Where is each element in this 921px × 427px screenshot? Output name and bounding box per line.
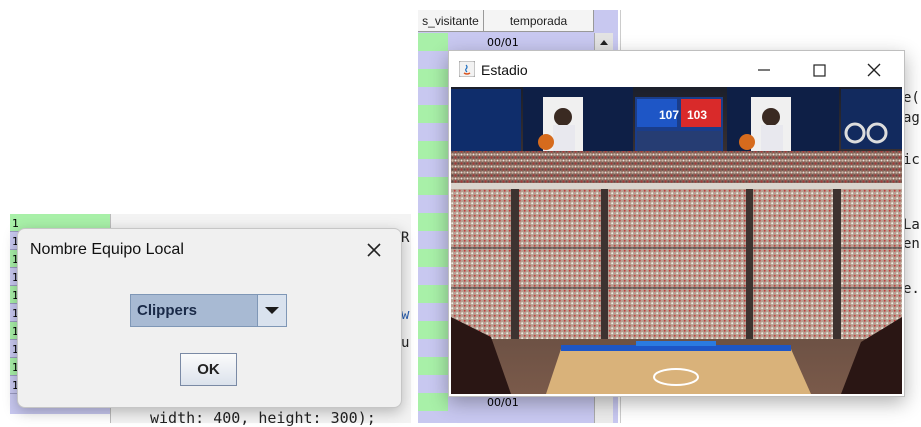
code-fragment: ic [903,152,920,168]
combo-selected-value: Clippers [137,302,198,319]
table-column-cells [418,33,448,423]
code-fragment: w [401,307,410,323]
nombre-equipo-local-dialog: Nombre Equipo Local Clippers OK [17,228,402,408]
table-cell: 1 [12,217,19,230]
team-combo-box[interactable]: Clippers [130,294,287,327]
code-fragment: e( [903,90,920,106]
chevron-down-icon[interactable] [257,295,286,326]
estadio-window: Estadio 107 103 [448,50,905,397]
close-icon[interactable] [359,235,389,265]
scroll-up-arrow-icon[interactable] [595,33,613,51]
java-app-icon [458,60,476,78]
code-fragment: R [401,230,410,246]
code-fragment: La [903,217,920,233]
code-fragment: ag [903,110,920,126]
column-header: s_visitante [418,10,484,32]
code-fragment: en [903,236,920,252]
scoreboard-home-score: 107 [659,108,679,122]
scoreboard-away-score: 103 [687,108,707,122]
minimize-icon[interactable] [749,55,779,85]
dialog-title: Nombre Equipo Local [30,241,184,258]
column-header: temporada [484,10,594,32]
close-icon[interactable] [859,55,889,85]
window-title: Estadio [481,62,528,78]
ok-button[interactable]: OK [180,353,237,386]
table-cell: 00/01 [487,36,519,49]
code-fragment: u [401,335,410,351]
table-cell: 00/01 [487,396,519,409]
code-fragment: e. [903,281,920,297]
maximize-icon[interactable] [804,55,834,85]
stadium-image: 107 103 [451,87,902,394]
code-fragment: width: 400, height: 300); [150,409,376,427]
